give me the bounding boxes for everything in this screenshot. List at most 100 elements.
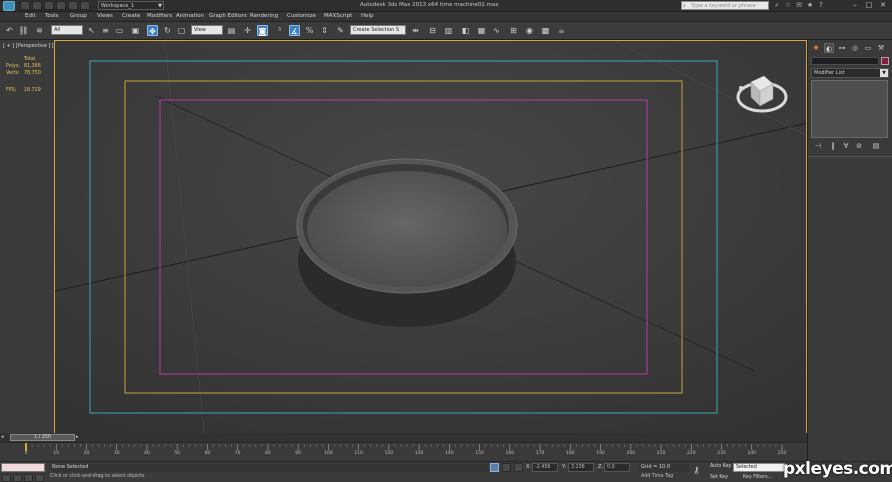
time-slider-next-icon[interactable]: ▸ — [76, 434, 83, 441]
new-file-icon[interactable] — [20, 1, 30, 10]
add-time-tag-button[interactable]: Add Time Tag — [641, 474, 673, 479]
unlink-icon[interactable]: ≋ — [34, 25, 45, 36]
menu-group[interactable]: Group — [70, 13, 87, 19]
app-logo-icon[interactable] — [3, 1, 15, 11]
select-by-name-icon[interactable]: ≡ — [100, 25, 111, 36]
help-icon[interactable]: ? — [816, 1, 826, 10]
menu-edit[interactable]: Edit — [25, 13, 36, 19]
maximize-icon[interactable]: □ — [862, 0, 876, 11]
time-slider-track[interactable] — [0, 433, 807, 442]
menu-animation[interactable]: Animation — [176, 13, 204, 19]
favorites-icon[interactable]: ★ — [805, 1, 815, 10]
y-coord-input[interactable]: 3.236 — [568, 463, 594, 472]
time-slider-prev-icon[interactable]: ◂ — [1, 434, 8, 441]
keyboard-shortcut-override-icon[interactable]: ◙ — [257, 25, 268, 36]
graphite-ribbon-icon[interactable]: ▦ — [476, 25, 487, 36]
align-icon[interactable]: ⊟ — [427, 25, 438, 36]
mirror-icon[interactable]: ⇹ — [410, 25, 421, 36]
set-key-button[interactable]: Set Key — [710, 475, 728, 480]
save-file-icon[interactable] — [44, 1, 54, 10]
configure-modifier-sets-icon[interactable]: ▤ — [871, 141, 881, 151]
hierarchy-tab-icon[interactable]: ⊶ — [837, 43, 847, 53]
select-and-link-icon[interactable]: ⛓ — [18, 25, 29, 36]
status-icon-2[interactable] — [13, 474, 22, 482]
search-input[interactable]: ⌕ Type a keyword or phrase — [681, 1, 769, 10]
selection-lock-icon[interactable] — [490, 463, 499, 472]
menu-graph-editors[interactable]: Graph Editors — [209, 13, 247, 19]
reference-coordinate-select[interactable]: View — [191, 25, 223, 35]
maxscript-listener-input[interactable] — [1, 463, 45, 472]
auto-key-button[interactable]: Auto Key — [710, 464, 731, 469]
menu-customize[interactable]: Customize — [287, 13, 316, 19]
select-and-move-icon[interactable]: ✥ — [147, 25, 158, 36]
spinner-snap-icon[interactable]: ⇕ — [319, 25, 330, 36]
status-icon-3[interactable] — [24, 474, 33, 482]
subscription-icon[interactable]: ☆ — [783, 1, 793, 10]
layer-manager-icon[interactable]: ◧ — [460, 25, 471, 36]
communication-center-icon[interactable]: ✉ — [794, 1, 804, 10]
perspective-viewport[interactable] — [54, 40, 807, 440]
workspace-select[interactable]: Workspace_1 ▼ — [98, 1, 164, 10]
menu-tools[interactable]: Tools — [45, 13, 59, 19]
curve-editor-icon[interactable]: ∿ — [491, 25, 502, 36]
motion-tab-icon[interactable]: ◎ — [850, 43, 860, 53]
percent-snap-icon[interactable]: % — [304, 25, 315, 36]
status-icon-1[interactable] — [2, 474, 11, 482]
material-editor-icon[interactable]: ◉ — [524, 25, 535, 36]
object-name-input[interactable] — [811, 57, 879, 65]
status-icon-4[interactable] — [35, 474, 44, 482]
render-frame-icon[interactable]: ☕ — [556, 25, 567, 36]
rectangular-selection-icon[interactable]: ▭ — [114, 25, 125, 36]
angle-snap-icon[interactable]: ∡ — [289, 25, 300, 36]
render-setup-icon[interactable]: ▩ — [540, 25, 551, 36]
menu-maxscript[interactable]: MAXScript — [324, 13, 352, 19]
edit-named-selection-icon[interactable]: ✎ — [335, 25, 346, 36]
select-and-rotate-icon[interactable]: ↻ — [162, 25, 173, 36]
minimize-icon[interactable]: – — [848, 0, 862, 11]
select-object-icon[interactable]: ↖ — [86, 25, 97, 36]
menu-modifiers[interactable]: Modifiers — [147, 13, 172, 19]
undo-icon[interactable] — [56, 1, 66, 10]
track-bar[interactable]: 0 10 20 30 40 50 60 70 80 90 100 110 120 130 140 150 160… — [0, 442, 807, 461]
menu-help[interactable]: Help — [361, 13, 374, 19]
x-coord-input[interactable]: -2.456 — [532, 463, 558, 472]
modifier-stack[interactable] — [811, 80, 888, 138]
key-filters-button[interactable]: Key Filters... — [741, 474, 785, 482]
menu-rendering[interactable]: Rendering — [250, 13, 278, 19]
display-tab-icon[interactable]: ▭ — [863, 43, 873, 53]
undo-toolbar-icon[interactable]: ↶ — [4, 25, 15, 36]
object-color-swatch[interactable] — [881, 57, 889, 65]
make-unique-icon[interactable]: ∀ — [841, 141, 851, 151]
project-folder-icon[interactable] — [80, 1, 90, 10]
time-slider-thumb[interactable]: 1 / 250 — [10, 434, 75, 441]
pin-stack-icon[interactable]: ⊣ — [813, 141, 823, 151]
lock-icon[interactable] — [502, 463, 511, 472]
snaps-toggle-icon[interactable]: ³ — [274, 25, 285, 36]
select-and-manipulate-icon[interactable]: ✛ — [242, 25, 253, 36]
scene-explorer-icon[interactable]: ▥ — [443, 25, 454, 36]
viewcube[interactable] — [734, 70, 794, 122]
close-icon[interactable]: ✕ — [876, 0, 890, 11]
key-icon[interactable]: ⚷ — [693, 466, 700, 476]
pivot-center-icon[interactable]: ▤ — [226, 25, 237, 36]
named-selection-select[interactable]: Create Selection S — [350, 25, 406, 35]
key-set-select[interactable]: Selected — [733, 463, 785, 472]
select-and-scale-icon[interactable]: ▢ — [176, 25, 187, 36]
redo-icon[interactable] — [68, 1, 78, 10]
menu-create[interactable]: Create — [122, 13, 140, 19]
search-icon[interactable]: ⌕ — [772, 1, 782, 10]
create-tab-icon[interactable]: ✸ — [811, 43, 821, 53]
remove-modifier-icon[interactable]: ⊘ — [854, 141, 864, 151]
show-end-result-icon[interactable]: ‖ — [828, 141, 838, 151]
absolute-mode-icon[interactable] — [514, 463, 523, 472]
schematic-view-icon[interactable]: ⊞ — [508, 25, 519, 36]
window-crossing-icon[interactable]: ▣ — [130, 25, 141, 36]
viewcube-home-icon[interactable] — [739, 86, 743, 90]
utilities-tab-icon[interactable]: ⚒ — [876, 43, 886, 53]
viewport-canvas[interactable] — [55, 41, 807, 440]
open-file-icon[interactable] — [32, 1, 42, 10]
selection-filter-select[interactable]: All — [51, 25, 83, 35]
menu-views[interactable]: Views — [97, 13, 113, 19]
modify-tab-icon[interactable]: ◐ — [824, 43, 834, 53]
z-coord-input[interactable]: 0.0 — [604, 463, 630, 472]
